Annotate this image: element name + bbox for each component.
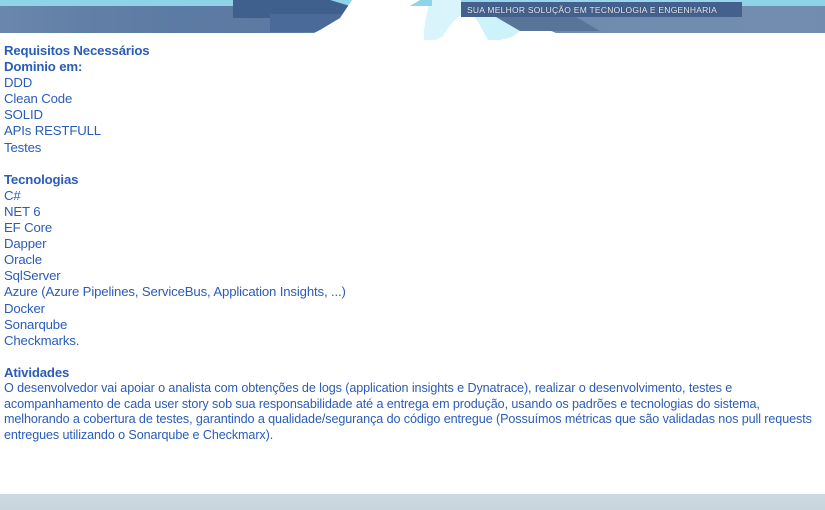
atividades-heading: Atividades xyxy=(4,364,70,380)
list-item: Checkmarks. xyxy=(4,332,80,348)
section-requisitos: Requisitos Necessários Dominio em: DDD C… xyxy=(4,43,819,156)
section-atividades: Atividades O desenvolvedor vai apoiar o … xyxy=(4,365,819,443)
requisitos-heading: Requisitos Necessários xyxy=(4,43,150,58)
list-item: Sonarqube xyxy=(4,316,68,332)
list-item: Oracle xyxy=(4,252,42,268)
header-graphic xyxy=(0,0,825,40)
document-page: SUA MELHOR SOLUÇÃO EM TECNOLOGIA E ENGEN… xyxy=(0,0,825,510)
footer-bar xyxy=(0,494,825,510)
list-item: EF Core xyxy=(4,220,53,236)
footer-bar-fill xyxy=(0,494,825,510)
tecnologias-heading: Tecnologias xyxy=(4,171,79,187)
list-item: DDD xyxy=(4,75,33,91)
list-item: Dapper xyxy=(4,236,47,252)
list-item: Clean Code xyxy=(4,91,73,107)
list-item: SqlServer xyxy=(4,268,61,284)
section-tecnologias: Tecnologias C# NET 6 EF Core Dapper Orac… xyxy=(4,172,819,349)
document-content: Requisitos Necessários Dominio em: DDD C… xyxy=(0,40,825,488)
tagline-plate xyxy=(461,2,742,17)
list-item: SOLID xyxy=(4,107,43,123)
tagline-accent-strip xyxy=(461,0,742,2)
list-item: Azure (Azure Pipelines, ServiceBus, Appl… xyxy=(4,284,346,300)
list-item: APIs RESTFULL xyxy=(4,123,101,139)
header-banner: SUA MELHOR SOLUÇÃO EM TECNOLOGIA E ENGEN… xyxy=(0,0,825,40)
requisitos-subheading: Dominio em: xyxy=(4,59,83,75)
list-item: Testes xyxy=(4,139,42,155)
list-item: C# xyxy=(4,187,21,203)
atividades-paragraph: O desenvolvedor vai apoiar o analista co… xyxy=(4,380,812,442)
list-item: Docker xyxy=(4,300,45,316)
list-item: NET 6 xyxy=(4,203,41,219)
